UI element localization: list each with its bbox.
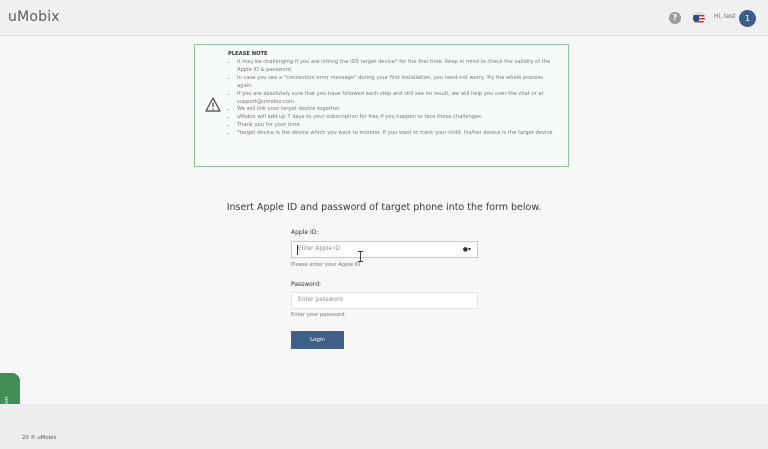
top-navbar: uMobix ? Hi, test 1	[0, 0, 768, 36]
note-item: uMobix will add up 7 days to your subscr…	[237, 114, 559, 122]
note-item: If you are absolutely sure that you have…	[237, 91, 559, 107]
user-greeting: Hi, test	[714, 13, 736, 20]
password-input[interactable]: Enter password	[291, 292, 478, 309]
note-list: It may be challenging if you are linking…	[237, 59, 559, 138]
note-item: Thank you for your time.	[237, 122, 559, 130]
note-title: PLEASE NOTE	[228, 51, 268, 57]
login-button[interactable]: Login	[291, 331, 344, 349]
footer: 20 © uMobix	[0, 404, 768, 449]
password-label: Password:	[291, 281, 322, 288]
main-content: PLEASE NOTE It may be challenging if you…	[0, 36, 768, 404]
warning-icon	[205, 97, 221, 112]
text-cursor-icon	[358, 251, 363, 262]
apple-id-label: Apple ID:	[291, 229, 319, 236]
password-manager-key-icon[interactable]: ●▾	[463, 246, 471, 253]
footer-copyright: 20 © uMobix	[22, 435, 57, 441]
question-circle-icon[interactable]: ?	[669, 12, 681, 24]
avatar[interactable]: 1	[739, 10, 756, 27]
note-item: We will link your target device together…	[237, 106, 559, 114]
us-flag-icon[interactable]	[693, 12, 705, 24]
apple-id-placeholder: Enter Apple ID	[298, 246, 340, 252]
note-item: In case you see a "connection error mess…	[237, 75, 559, 91]
note-item: *target device is the device which you w…	[237, 130, 559, 138]
password-placeholder: Enter password	[298, 297, 343, 303]
apple-id-input[interactable]: Enter Apple ID ●▾	[291, 241, 478, 258]
password-help: Enter your password.	[291, 312, 347, 318]
brand-logo[interactable]: uMobix	[8, 9, 60, 25]
note-box: PLEASE NOTE It may be challenging if you…	[194, 44, 569, 167]
note-item: It may be challenging if you are linking…	[237, 59, 559, 75]
form-heading: Insert Apple ID and password of target p…	[226, 202, 542, 213]
apple-id-help: Please enter your Apple ID	[291, 262, 361, 268]
